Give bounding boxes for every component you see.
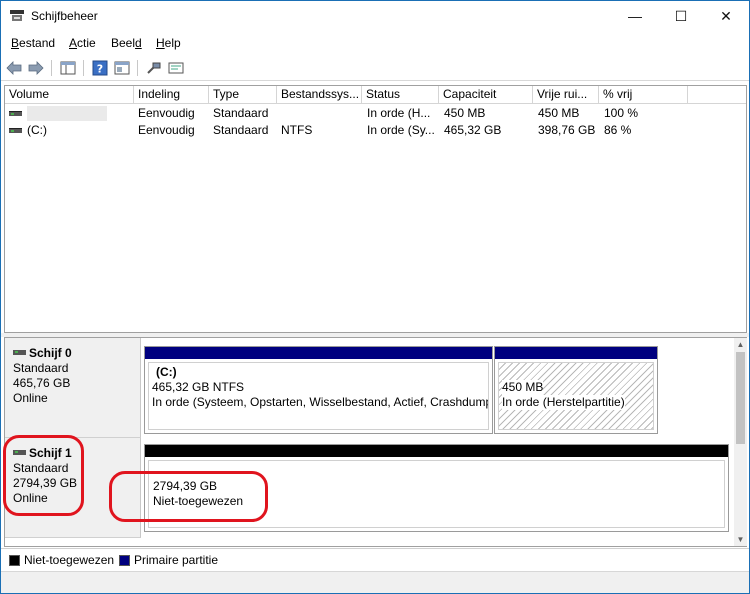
status-bar — [1, 571, 749, 593]
cell-procent-vrij: 100 % — [604, 106, 639, 120]
volume-name-selection — [27, 106, 107, 121]
svg-text:?: ? — [97, 63, 103, 76]
legend: Niet-toegewezen Primaire partitie — [1, 548, 749, 570]
table-row[interactable]: (C:) Eenvoudig Standaard NTFS In orde (S… — [5, 122, 746, 139]
toolbar-separator — [51, 60, 52, 76]
partition-c-status: In orde (Systeem, Opstarten, Wisselbesta… — [152, 395, 488, 409]
cell-status: In orde (H... — [367, 106, 431, 120]
connect-icon[interactable] — [145, 59, 163, 77]
column-header-indeling[interactable]: Indeling — [134, 86, 209, 104]
close-button[interactable]: ✕ — [703, 1, 749, 31]
scroll-down-icon[interactable]: ▼ — [734, 533, 747, 546]
menu-actie[interactable]: Actie — [69, 36, 96, 50]
column-header-procent-vrij[interactable]: % vrij — [599, 86, 688, 104]
menu-help[interactable]: Help — [156, 36, 181, 50]
disk-0-kind: Standaard — [13, 361, 69, 375]
scroll-up-icon[interactable]: ▲ — [734, 338, 747, 351]
window-title: Schijfbeheer — [31, 9, 98, 23]
annotation-circle-disk-1 — [3, 435, 84, 516]
partition-c-body: (C:) 465,32 GB NTFS In orde (Systeem, Op… — [148, 362, 489, 430]
rescan-icon[interactable] — [167, 59, 185, 77]
minimize-button[interactable]: — — [612, 1, 658, 31]
disk-graphical-view: Schijf 0 Standaard 465,76 GB Online (C:)… — [3, 337, 747, 547]
legend-label-unallocated: Niet-toegewezen — [24, 553, 115, 567]
primary-partition-bar — [495, 347, 657, 359]
disk-0-name: Schijf 0 — [29, 346, 72, 360]
back-arrow-icon[interactable] — [5, 59, 23, 77]
console-tree-icon[interactable] — [59, 59, 77, 77]
maximize-button[interactable]: ☐ — [658, 1, 704, 31]
legend-swatch-unallocated — [9, 554, 20, 566]
menu-beeld[interactable]: Beeld — [111, 36, 142, 50]
cell-vrije-ruimte: 398,76 GB — [538, 123, 596, 137]
volume-icon — [9, 128, 22, 133]
cell-indeling: Eenvoudig — [138, 123, 195, 137]
partition-c-title: (C:) — [156, 365, 177, 379]
cell-capaciteit: 465,32 GB — [444, 123, 502, 137]
volume-list: Volume Indeling Type Bestandssys... Stat… — [4, 85, 747, 333]
toolbar: ? — [1, 55, 749, 81]
disk-0-label[interactable]: Schijf 0 Standaard 465,76 GB Online — [5, 338, 141, 438]
disk-icon — [13, 350, 26, 355]
partition-c-size: 465,32 GB NTFS — [152, 380, 245, 394]
table-row[interactable]: Eenvoudig Standaard In orde (H... 450 MB… — [5, 105, 746, 122]
properties-icon[interactable] — [113, 59, 131, 77]
cell-bestandssysteem: NTFS — [281, 123, 313, 137]
forward-arrow-icon[interactable] — [27, 59, 45, 77]
legend-swatch-primary — [119, 554, 130, 566]
partition-recovery-status: In orde (Herstelpartitie) — [502, 395, 625, 410]
column-header-type[interactable]: Type — [209, 86, 277, 104]
cell-status: In orde (Sy... — [367, 123, 435, 137]
column-header-bestandssysteem[interactable]: Bestandssys... — [277, 86, 362, 104]
cell-vrije-ruimte: 450 MB — [538, 106, 580, 120]
legend-item-unallocated: Niet-toegewezen — [9, 553, 114, 567]
column-header-capaciteit[interactable]: Capaciteit — [439, 86, 533, 104]
scroll-thumb[interactable] — [736, 352, 745, 444]
cell-type: Standaard — [213, 123, 269, 137]
partition-recovery-size: 450 MB — [502, 380, 544, 395]
partition-recovery-body: 450 MB In orde (Herstelpartitie) — [498, 362, 654, 430]
cell-procent-vrij: 86 % — [604, 123, 632, 137]
unallocated-bar — [145, 445, 728, 457]
menu-beeld-mnemonic: d — [135, 36, 142, 50]
legend-item-primary: Primaire partitie — [119, 553, 218, 567]
cell-volume: (C:) — [27, 123, 47, 137]
help-icon[interactable]: ? — [91, 59, 109, 77]
menu-bar: Bestand Actie Beeld Help — [1, 32, 749, 54]
partition-recovery[interactable]: 450 MB In orde (Herstelpartitie) — [494, 346, 658, 434]
partition-c[interactable]: (C:) 465,32 GB NTFS In orde (Systeem, Op… — [144, 346, 493, 434]
cell-indeling: Eenvoudig — [138, 106, 195, 120]
legend-label-primary: Primaire partitie — [134, 553, 219, 567]
primary-partition-bar — [145, 347, 492, 359]
cell-type: Standaard — [213, 106, 269, 120]
disk-management-window: Schijfbeheer — ☐ ✕ Bestand Actie Beeld H… — [0, 0, 750, 594]
title-bar: Schijfbeheer — ☐ ✕ — [1, 1, 749, 31]
list-header: Volume Indeling Type Bestandssys... Stat… — [5, 86, 746, 104]
toolbar-separator — [83, 60, 84, 76]
volume-icon — [9, 111, 22, 116]
cell-capaciteit: 450 MB — [444, 106, 486, 120]
disk-0-size: 465,76 GB — [13, 376, 71, 390]
column-header-volume[interactable]: Volume — [5, 86, 134, 104]
disk-management-app-icon — [10, 10, 24, 21]
annotation-circle-unallocated — [109, 471, 268, 522]
disk-0-state: Online — [13, 391, 48, 405]
column-header-vrije-ruimte[interactable]: Vrije rui... — [533, 86, 599, 104]
menu-bestand[interactable]: Bestand — [11, 36, 55, 50]
column-header-status[interactable]: Status — [362, 86, 439, 104]
disk-view-scrollbar[interactable]: ▲ ▼ — [734, 338, 747, 546]
toolbar-separator — [137, 60, 138, 76]
